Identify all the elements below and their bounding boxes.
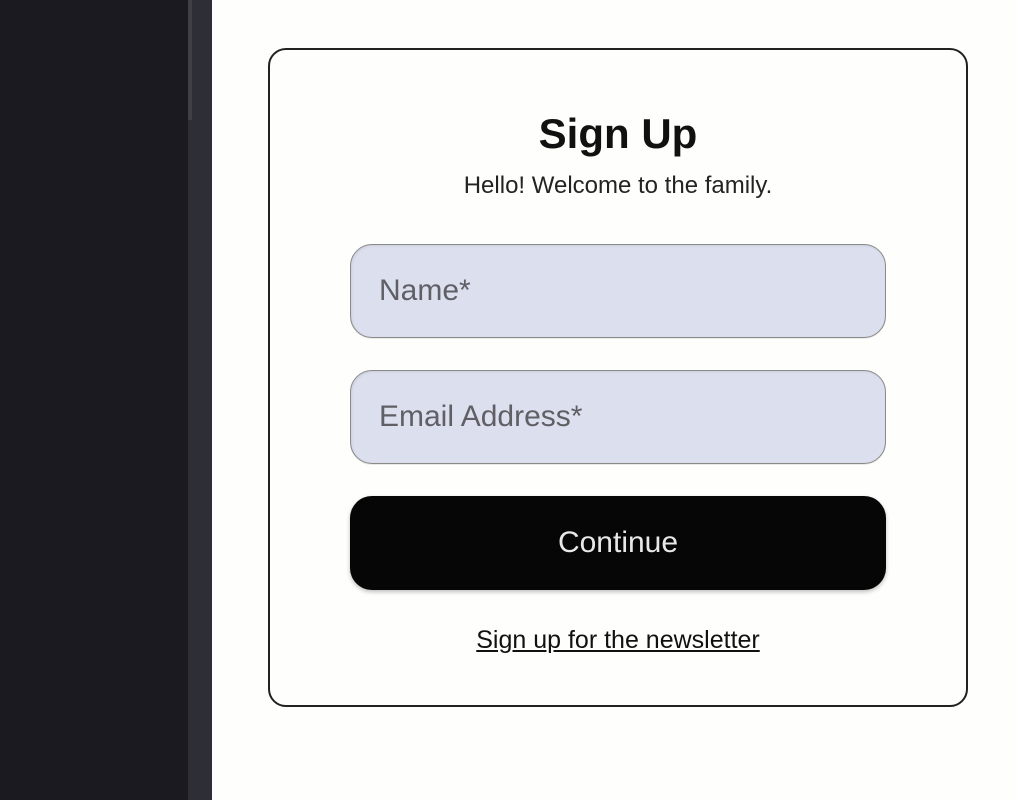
sidebar-accent xyxy=(188,0,192,120)
email-input[interactable] xyxy=(350,370,886,464)
continue-button[interactable]: Continue xyxy=(350,496,886,590)
signup-card: Sign Up Hello! Welcome to the family. Co… xyxy=(268,48,968,707)
name-input[interactable] xyxy=(350,244,886,338)
newsletter-link[interactable]: Sign up for the newsletter xyxy=(476,626,760,655)
dark-sidebar xyxy=(0,0,188,800)
signup-title: Sign Up xyxy=(350,110,886,158)
signup-subtitle: Hello! Welcome to the family. xyxy=(350,172,886,200)
sidebar-strip xyxy=(188,0,212,800)
content-area: Sign Up Hello! Welcome to the family. Co… xyxy=(212,0,1016,800)
